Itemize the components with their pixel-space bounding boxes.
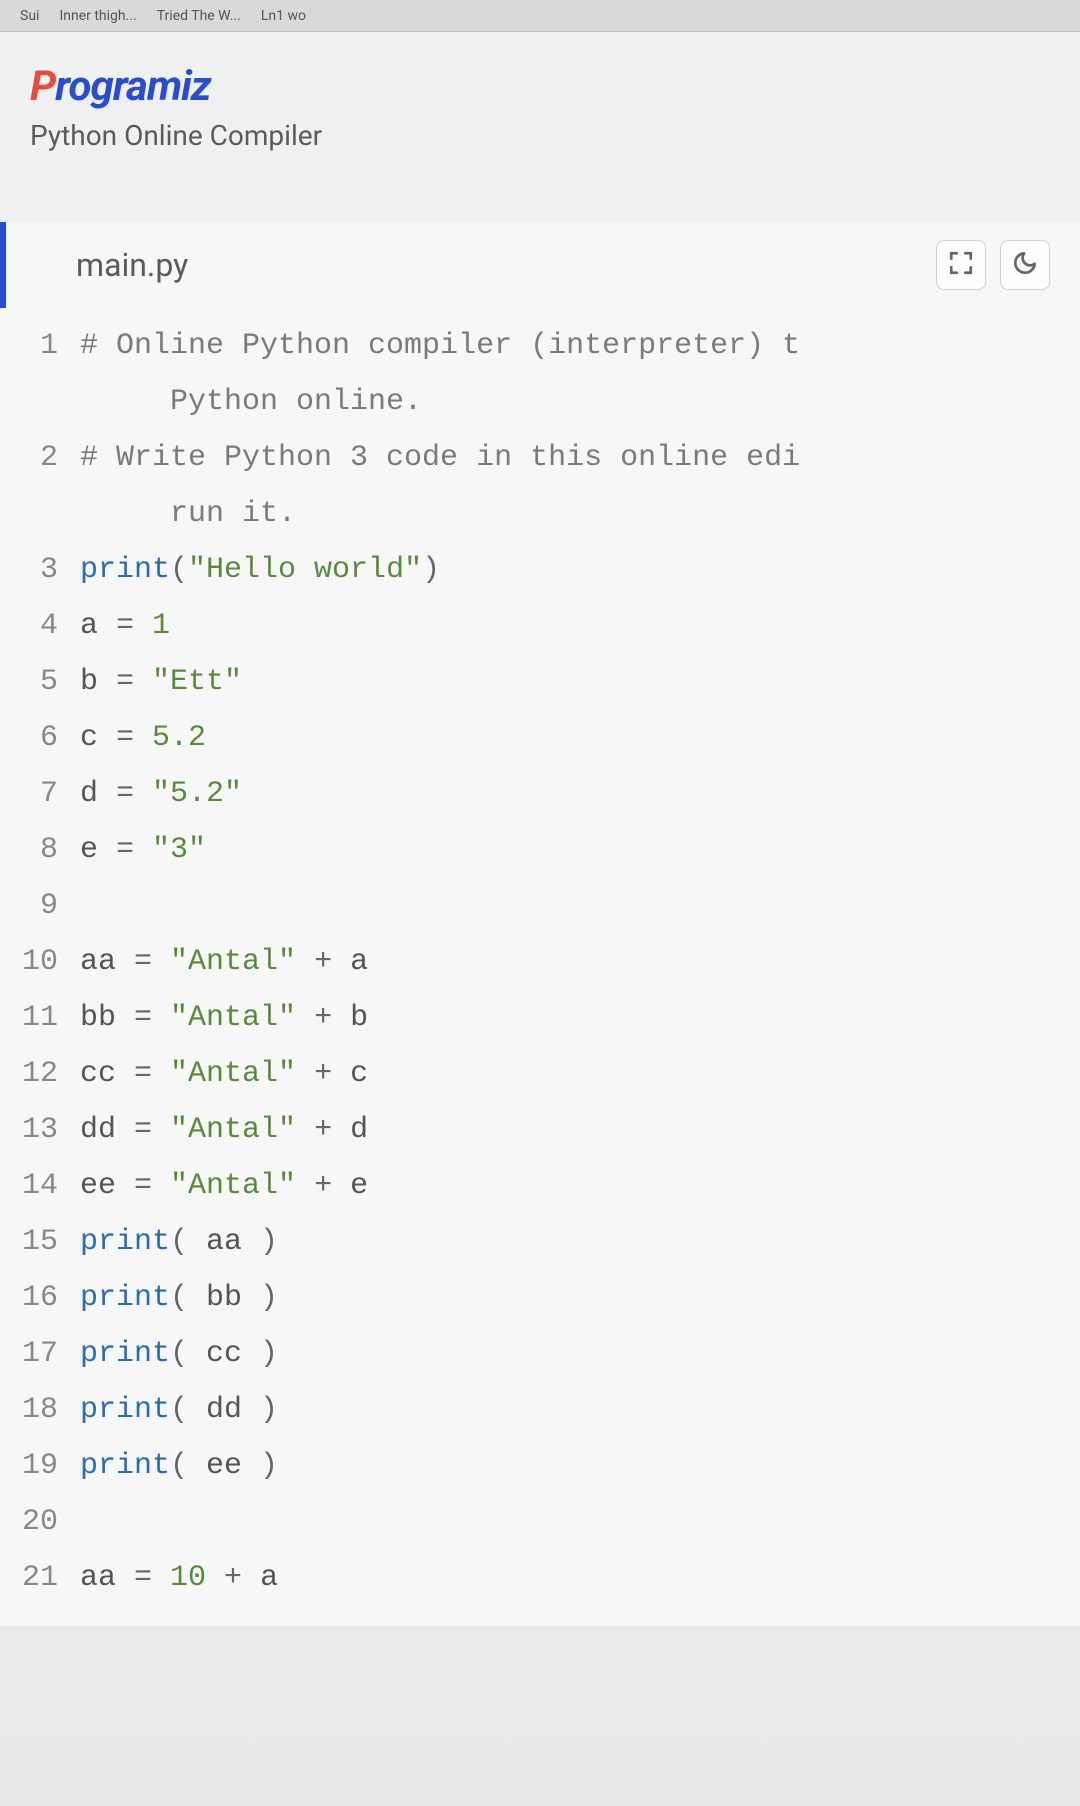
filename-label: main.py xyxy=(76,246,922,284)
code-content[interactable]: c = 5.2 xyxy=(80,710,1080,766)
line-number: 10 xyxy=(0,934,80,990)
browser-tab[interactable]: Ln1 wo xyxy=(261,8,306,24)
editor-tab-bar: main.py xyxy=(0,222,1080,308)
code-line[interactable]: 10aa = "Antal" + a xyxy=(0,934,1080,990)
brand-logo: Programiz xyxy=(30,62,1050,111)
code-line[interactable]: 17print( cc ) xyxy=(0,1326,1080,1382)
code-content[interactable]: print( bb ) xyxy=(80,1270,1080,1326)
code-line-wrapped[interactable]: run it. xyxy=(0,486,1080,542)
code-content[interactable]: ee = "Antal" + e xyxy=(80,1158,1080,1214)
browser-tab[interactable]: Tried The W... xyxy=(157,8,241,24)
code-editor[interactable]: 1# Online Python compiler (interpreter) … xyxy=(0,308,1080,1626)
code-content[interactable]: print("Hello world") xyxy=(80,542,1080,598)
code-content[interactable]: print( dd ) xyxy=(80,1382,1080,1438)
code-line[interactable]: 6c = 5.2 xyxy=(0,710,1080,766)
line-number: 14 xyxy=(0,1158,80,1214)
code-line[interactable]: 3print("Hello world") xyxy=(0,542,1080,598)
moon-icon xyxy=(1012,250,1038,280)
code-content[interactable]: run it. xyxy=(80,486,1080,542)
code-content[interactable]: print( cc ) xyxy=(80,1326,1080,1382)
line-number: 3 xyxy=(0,542,80,598)
line-number: 1 xyxy=(0,318,80,374)
line-number: 5 xyxy=(0,654,80,710)
line-number: 16 xyxy=(0,1270,80,1326)
code-content[interactable]: d = "5.2" xyxy=(80,766,1080,822)
code-content[interactable]: e = "3" xyxy=(80,822,1080,878)
code-line[interactable]: 1# Online Python compiler (interpreter) … xyxy=(0,318,1080,374)
code-content[interactable]: dd = "Antal" + d xyxy=(80,1102,1080,1158)
line-number: 2 xyxy=(0,430,80,486)
code-line[interactable]: 21aa = 10 + a xyxy=(0,1550,1080,1606)
line-number: 13 xyxy=(0,1102,80,1158)
code-content[interactable]: # Online Python compiler (interpreter) t xyxy=(80,318,1080,374)
line-number: 4 xyxy=(0,598,80,654)
line-number: 17 xyxy=(0,1326,80,1382)
line-number: 12 xyxy=(0,1046,80,1102)
line-number: 21 xyxy=(0,1550,80,1606)
line-number: 11 xyxy=(0,990,80,1046)
fullscreen-button[interactable] xyxy=(936,240,986,290)
line-number: 9 xyxy=(0,878,80,934)
code-content[interactable]: aa = 10 + a xyxy=(80,1550,1080,1606)
logo-rest: rogramiz xyxy=(55,62,210,111)
code-content[interactable]: # Write Python 3 code in this online edi xyxy=(80,430,1080,486)
code-line[interactable]: 2# Write Python 3 code in this online ed… xyxy=(0,430,1080,486)
code-line[interactable]: 4a = 1 xyxy=(0,598,1080,654)
code-content[interactable]: cc = "Antal" + c xyxy=(80,1046,1080,1102)
line-number: 18 xyxy=(0,1382,80,1438)
code-line[interactable]: 15print( aa ) xyxy=(0,1214,1080,1270)
code-line[interactable]: 12cc = "Antal" + c xyxy=(0,1046,1080,1102)
line-number: 8 xyxy=(0,822,80,878)
code-content[interactable]: a = 1 xyxy=(80,598,1080,654)
browser-tabs-strip: Sui Inner thigh... Tried The W... Ln1 wo xyxy=(0,0,1080,32)
code-content[interactable]: print( ee ) xyxy=(80,1438,1080,1494)
code-content[interactable]: print( aa ) xyxy=(80,1214,1080,1270)
code-line-wrapped[interactable]: Python online. xyxy=(0,374,1080,430)
page-header: Programiz Python Online Compiler xyxy=(0,32,1080,172)
fullscreen-icon xyxy=(948,250,974,280)
code-line[interactable]: 7d = "5.2" xyxy=(0,766,1080,822)
code-content[interactable]: Python online. xyxy=(80,374,1080,430)
line-number: 6 xyxy=(0,710,80,766)
code-line[interactable]: 14ee = "Antal" + e xyxy=(0,1158,1080,1214)
logo-letter: P xyxy=(30,62,55,111)
code-content[interactable]: aa = "Antal" + a xyxy=(80,934,1080,990)
line-number: 19 xyxy=(0,1438,80,1494)
browser-tab[interactable]: Inner thigh... xyxy=(59,8,136,24)
code-content[interactable]: b = "Ett" xyxy=(80,654,1080,710)
code-line[interactable]: 19print( ee ) xyxy=(0,1438,1080,1494)
dark-mode-button[interactable] xyxy=(1000,240,1050,290)
browser-tab[interactable]: Sui xyxy=(20,8,39,24)
code-line[interactable]: 9 xyxy=(0,878,1080,934)
line-number: 15 xyxy=(0,1214,80,1270)
code-line[interactable]: 8e = "3" xyxy=(0,822,1080,878)
line-number: 20 xyxy=(0,1494,80,1550)
editor-container: main.py 1# Online Python compiler (inter… xyxy=(0,222,1080,1626)
code-line[interactable]: 16print( bb ) xyxy=(0,1270,1080,1326)
code-line[interactable]: 11bb = "Antal" + b xyxy=(0,990,1080,1046)
line-number: 7 xyxy=(0,766,80,822)
code-line[interactable]: 13dd = "Antal" + d xyxy=(0,1102,1080,1158)
code-content[interactable]: bb = "Antal" + b xyxy=(80,990,1080,1046)
code-line[interactable]: 20 xyxy=(0,1494,1080,1550)
code-line[interactable]: 5b = "Ett" xyxy=(0,654,1080,710)
code-line[interactable]: 18print( dd ) xyxy=(0,1382,1080,1438)
page-subtitle: Python Online Compiler xyxy=(30,119,1050,152)
